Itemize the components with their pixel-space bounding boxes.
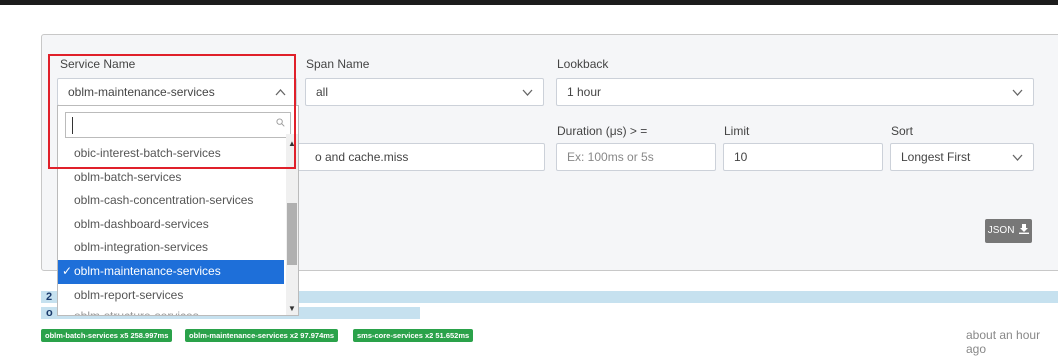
annotations-query-value: o and cache.miss bbox=[315, 150, 409, 164]
service-tag[interactable]: oblm-batch-services x5 258.997ms bbox=[41, 329, 173, 342]
limit-value: 10 bbox=[734, 150, 748, 164]
service-search-input[interactable] bbox=[65, 112, 291, 138]
service-option[interactable]: oblm-integration-services bbox=[58, 236, 284, 260]
text-caret bbox=[72, 117, 73, 134]
service-name-label: Service Name bbox=[60, 57, 136, 71]
search-icon bbox=[276, 118, 285, 127]
duration-label: Duration (μs) > = bbox=[557, 124, 648, 138]
trace-row-number: 2 bbox=[46, 291, 53, 303]
chevron-down-icon bbox=[522, 79, 533, 115]
scrollbar-thumb[interactable] bbox=[287, 203, 297, 265]
service-option[interactable]: oblm-report-services bbox=[58, 284, 284, 308]
service-option-list: obic-interest-batch-services oblm-batch-… bbox=[58, 142, 284, 315]
scroll-up-icon[interactable]: ▲ bbox=[288, 139, 296, 148]
service-option[interactable]: oblm-cash-concentration-services bbox=[58, 189, 284, 213]
annotations-query-input[interactable]: o and cache.miss bbox=[290, 143, 545, 171]
limit-input[interactable]: 10 bbox=[723, 143, 883, 171]
span-name-select[interactable]: all bbox=[305, 78, 544, 106]
service-option[interactable]: oblm-dashboard-services bbox=[58, 213, 284, 237]
chevron-down-icon bbox=[1012, 144, 1023, 180]
service-option-label: oblm-maintenance-services bbox=[74, 263, 221, 278]
lookback-select[interactable]: 1 hour bbox=[556, 78, 1034, 106]
service-option[interactable]: oblm-batch-services bbox=[58, 166, 284, 190]
service-name-value: oblm-maintenance-services bbox=[68, 85, 215, 99]
json-button-label: JSON bbox=[987, 225, 1015, 236]
scroll-down-icon[interactable]: ▼ bbox=[288, 304, 296, 313]
service-name-select[interactable]: oblm-maintenance-services bbox=[57, 78, 297, 106]
service-tag[interactable]: sms-core-services x2 51.652ms bbox=[353, 329, 474, 342]
json-download-button[interactable]: JSON bbox=[985, 219, 1032, 243]
service-option-selected[interactable]: ✓ oblm-maintenance-services bbox=[58, 259, 284, 284]
span-name-label: Span Name bbox=[306, 57, 370, 71]
service-dropdown[interactable]: obic-interest-batch-services oblm-batch-… bbox=[57, 105, 299, 316]
check-icon: ✓ bbox=[62, 263, 73, 278]
service-option[interactable]: obic-interest-batch-services bbox=[58, 142, 284, 166]
service-tag[interactable]: oblm-maintenance-services x2 97.974ms bbox=[185, 329, 339, 342]
duration-placeholder: Ex: 100ms or 5s bbox=[567, 150, 654, 164]
sort-select[interactable]: Longest First bbox=[890, 143, 1034, 171]
limit-label: Limit bbox=[724, 124, 750, 138]
service-option[interactable]: oblm-structure-services bbox=[58, 307, 284, 315]
duration-input[interactable]: Ex: 100ms or 5s bbox=[556, 143, 716, 171]
chevron-down-icon bbox=[1012, 79, 1023, 115]
sort-label: Sort bbox=[891, 124, 914, 138]
top-bar bbox=[0, 0, 1058, 5]
span-name-value: all bbox=[316, 85, 329, 99]
download-icon bbox=[1019, 224, 1030, 234]
lookback-label: Lookback bbox=[557, 57, 609, 71]
dropdown-scrollbar[interactable]: ▲ ▼ bbox=[286, 134, 298, 315]
trace-row-number: o bbox=[46, 307, 53, 319]
lookback-value: 1 hour bbox=[567, 85, 602, 99]
sort-value: Longest First bbox=[901, 150, 971, 164]
trace-timestamp: about an hour ago bbox=[966, 328, 1041, 356]
